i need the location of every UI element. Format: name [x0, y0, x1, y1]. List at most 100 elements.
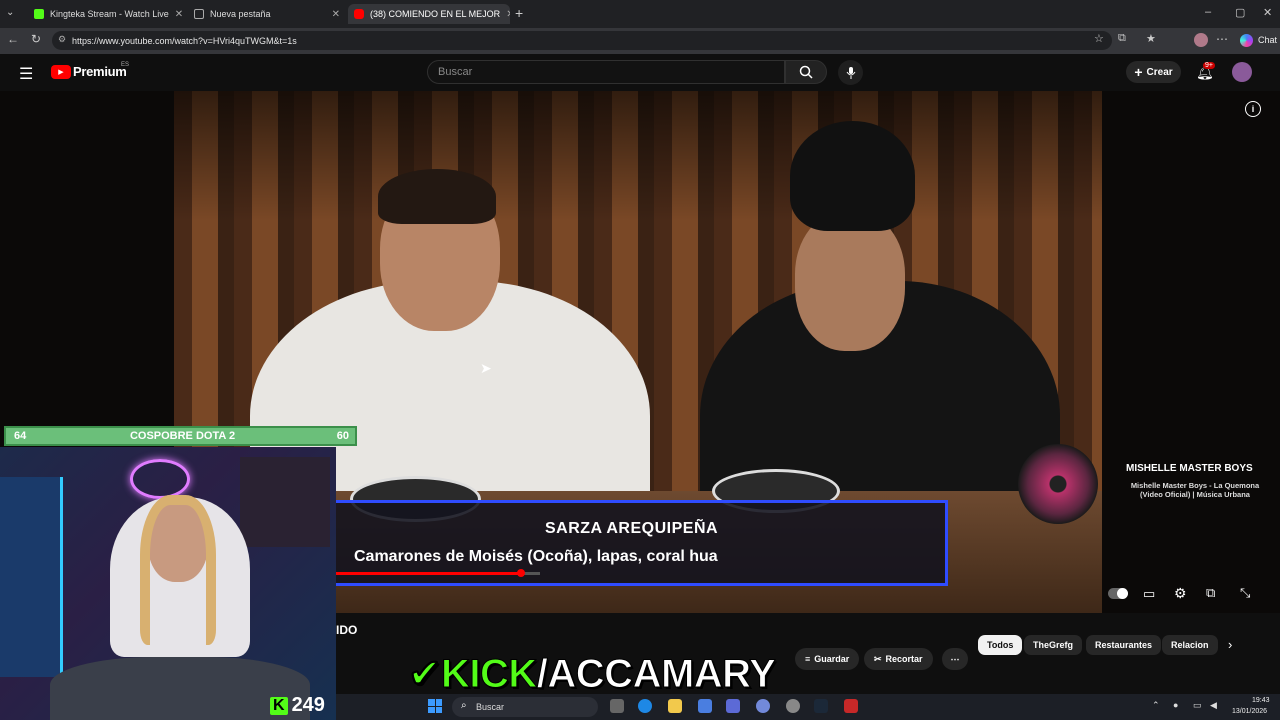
copilot-icon[interactable] [1240, 34, 1253, 47]
chevron-right-icon[interactable]: › [1228, 637, 1232, 652]
teams-icon[interactable] [726, 699, 740, 713]
tab-title: Kingteka Stream - Watch Live [50, 9, 169, 19]
close-icon[interactable]: ✕ [500, 9, 510, 20]
microphone-tray-icon[interactable]: ● [1173, 700, 1178, 710]
search-input[interactable]: Buscar [427, 60, 785, 84]
woman-hair [790, 121, 915, 231]
close-window-button[interactable]: ✕ [1263, 6, 1272, 19]
man-hair [378, 169, 496, 224]
task-view-icon[interactable] [610, 699, 624, 713]
more-actions-button[interactable]: ⋯ [942, 648, 968, 670]
search-button[interactable] [785, 60, 827, 84]
scissors-icon: ✂ [874, 653, 882, 664]
minimize-button[interactable]: – [1205, 6, 1211, 18]
profile-avatar[interactable] [1194, 33, 1208, 47]
planet-neon-sign [130, 459, 190, 499]
lower-third-title: SARZA AREQUIPEÑA [545, 520, 719, 537]
fullscreen-icon[interactable]: ⤡ [1240, 585, 1250, 601]
kick-icon [34, 9, 44, 19]
hamburger-menu-icon[interactable]: ☰ [19, 64, 33, 84]
tab-kick[interactable]: Kingteka Stream - Watch Live ✕ [28, 4, 186, 24]
reload-icon[interactable]: ↻ [31, 32, 41, 46]
back-icon[interactable]: ← [7, 32, 19, 46]
save-label: Guardar [814, 654, 850, 664]
streamer-webcam [0, 447, 336, 720]
tab-list-icon[interactable]: ⌄ [6, 7, 14, 18]
dota-icon[interactable] [844, 699, 858, 713]
notification-badge: 9+ [1203, 62, 1215, 69]
music-song-line2: (Video Oficial) | Música Urbana [1140, 490, 1250, 499]
region-code: ES [121, 62, 130, 68]
site-info-icon[interactable]: ⚙ [58, 34, 66, 45]
tab-title: (38) COMIENDO EN EL MEJOR [370, 9, 501, 19]
user-avatar[interactable] [1232, 62, 1252, 82]
windows-start-icon[interactable] [428, 699, 442, 713]
plus-icon: + [1134, 64, 1143, 80]
extensions-icon[interactable]: ⧉ [1118, 32, 1126, 45]
tab-title: Nueva pestaña [210, 9, 271, 19]
favorites-icon[interactable]: ★ [1146, 32, 1156, 45]
youtube-icon [354, 9, 364, 19]
address-bar[interactable]: https://www.youtube.com/watch?v=HVri4quT… [52, 31, 1112, 50]
tab-new[interactable]: Nueva pestaña ✕ [188, 4, 346, 24]
clip-button[interactable]: ✂ Recortar [864, 648, 933, 670]
more-menu-icon[interactable]: ⋯ [1216, 32, 1228, 46]
lower-third-subtitle: Camarones de Moisés (Ocoña), lapas, cora… [354, 548, 718, 565]
tab-youtube[interactable]: (38) COMIENDO EN EL MEJOR ✕ [348, 4, 510, 24]
chip-restaurantes[interactable]: Restaurantes [1086, 635, 1162, 655]
chat-label[interactable]: Chat [1258, 35, 1277, 45]
autoplay-toggle[interactable] [1108, 588, 1128, 599]
edge-icon[interactable] [638, 699, 652, 713]
taskbar-time: 19:43 [1252, 697, 1270, 704]
save-icon: ≡ [805, 654, 811, 664]
youtube-premium-logo[interactable]: Premium [73, 64, 127, 79]
mouse-cursor-icon: ➤ [480, 360, 492, 376]
close-icon[interactable]: ✕ [169, 9, 183, 20]
maximize-button[interactable]: ▢ [1235, 6, 1245, 19]
new-tab-button[interactable]: + [515, 5, 523, 21]
progress-scrubber[interactable] [517, 569, 525, 577]
obs-icon[interactable] [786, 699, 800, 713]
goal-bar: 64 COSPOBRE DOTA 2 60 [4, 426, 357, 446]
create-button[interactable]: + Crear [1126, 61, 1181, 83]
chip-todos[interactable]: Todos [978, 635, 1023, 655]
close-icon[interactable]: ✕ [326, 9, 340, 20]
miniplayer-icon[interactable]: ⧉ [1206, 585, 1215, 601]
search-placeholder: Buscar [438, 66, 473, 78]
microphone-icon [846, 66, 855, 79]
voice-search-button[interactable] [838, 60, 863, 85]
shelf-left [0, 477, 63, 677]
youtube-logo-icon[interactable]: ▶ [51, 65, 71, 79]
ceiling-shadow [174, 91, 1102, 221]
volume-icon[interactable]: ◀ [1210, 700, 1217, 711]
music-disc-thumbnail[interactable] [1018, 444, 1098, 524]
settings-gear-icon[interactable]: ⚙ [1174, 585, 1187, 602]
kick-banner: ✔KICK/ACCAMARY [407, 651, 776, 697]
streamer-hair [140, 495, 216, 645]
file-explorer-icon[interactable] [668, 699, 682, 713]
music-artist[interactable]: MISHELLE MASTER BOYS [1126, 463, 1253, 474]
chip-relacionados[interactable]: Relacion [1162, 635, 1218, 655]
subtitles-icon[interactable]: ▭ [1143, 586, 1155, 602]
taskbar-search-label: Buscar [476, 702, 505, 712]
bookmark-star-icon[interactable]: ☆ [1094, 32, 1104, 45]
save-button[interactable]: ≡ Guardar [795, 648, 860, 670]
goal-bar-right-value: 60 [336, 430, 349, 442]
url-text: https://www.youtube.com/watch?v=HVri4quT… [72, 35, 297, 46]
info-icon[interactable]: i [1245, 101, 1261, 117]
network-icon[interactable]: ▭ [1193, 700, 1202, 711]
viewer-count-widget: K 249 [270, 694, 325, 717]
chip-thegrefg[interactable]: TheGrefg [1024, 635, 1083, 655]
store-icon[interactable] [698, 699, 712, 713]
taskbar-search-box[interactable]: Buscar [452, 697, 598, 717]
discord-icon[interactable] [756, 699, 770, 713]
kick-check-icon: ✔ [407, 652, 442, 697]
new-tab-icon [194, 9, 204, 19]
video-title-fragment: IDO [336, 623, 358, 637]
tray-chevron-icon[interactable]: ⌃ [1152, 700, 1160, 711]
more-icon: ⋯ [950, 653, 960, 664]
progress-bar-fill [336, 572, 520, 575]
search-icon [799, 65, 813, 79]
create-label: Crear [1146, 66, 1173, 78]
steam-icon[interactable] [814, 699, 828, 713]
